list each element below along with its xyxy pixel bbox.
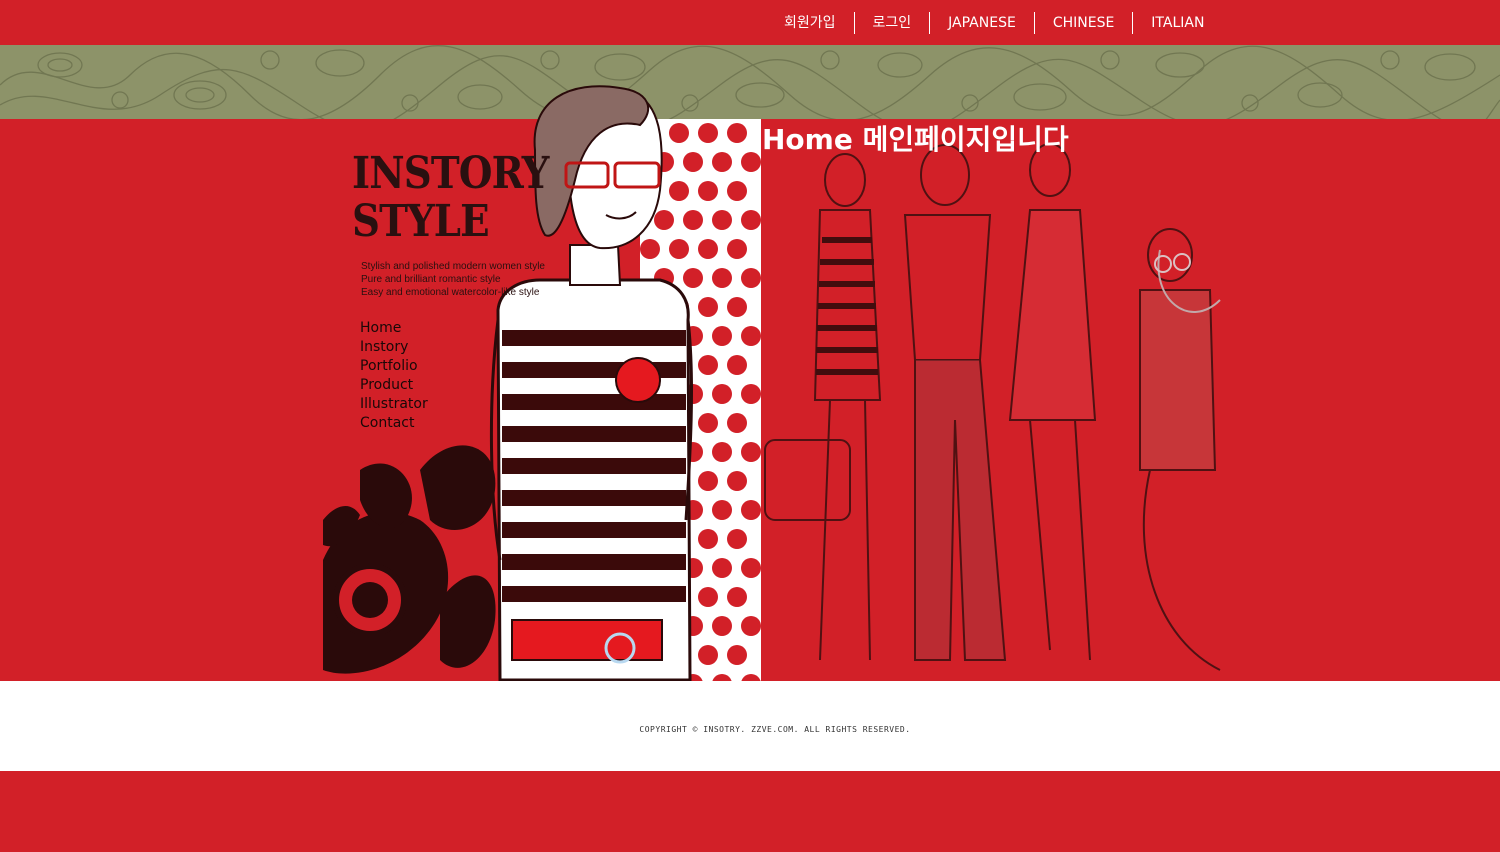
brand-logo-line1: INSTORY: [352, 148, 549, 199]
floral-ornament: [323, 445, 496, 674]
sidenav-portfolio-link[interactable]: Portfolio: [360, 357, 428, 376]
sidenav-product-link[interactable]: Product: [360, 376, 428, 395]
bottom-band: [0, 771, 1500, 852]
brand-tagline: Stylish and polished modern women style …: [361, 260, 545, 299]
tagline-line: Easy and emotional watercolor-like style: [361, 287, 540, 298]
sidenav-illustrator-link[interactable]: Illustrator: [360, 395, 428, 414]
sidenav-instory-link[interactable]: Instory: [360, 338, 428, 357]
tagline-line: Pure and brilliant romantic style: [361, 274, 501, 285]
tagline-line: Stylish and polished modern women style: [361, 261, 545, 272]
sidenav-home-link[interactable]: Home: [360, 319, 428, 338]
page-headline: Home 메인페이지입니다: [762, 123, 1069, 156]
copyright-text: COPYRIGHT © INSOTRY. ZZVE.COM. ALL RIGHT…: [639, 725, 911, 734]
sidenav-contact-link[interactable]: Contact: [360, 414, 428, 433]
footer: COPYRIGHT © INSOTRY. ZZVE.COM. ALL RIGHT…: [0, 681, 1500, 771]
brand-logo-line2: STYLE: [352, 196, 490, 247]
sketch-figures-group: [764, 143, 1221, 671]
side-navigation: Home Instory Portfolio Product Illustrat…: [360, 319, 428, 433]
brand-logo[interactable]: INSTORY STYLE: [352, 148, 549, 247]
